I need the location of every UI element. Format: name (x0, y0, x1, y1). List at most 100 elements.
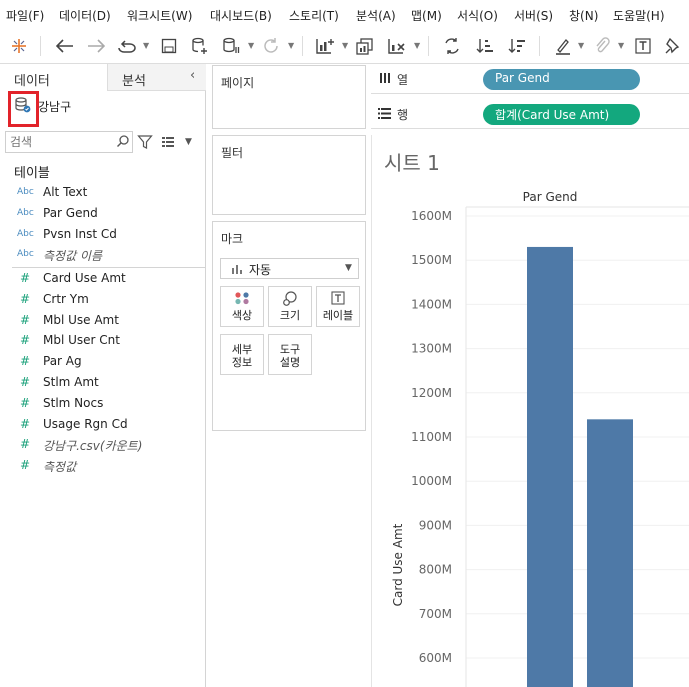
field-item[interactable]: # Par Ag (0, 352, 206, 373)
field-item[interactable]: # 강남구.csv(카운트) (0, 435, 206, 456)
tab-data[interactable]: 데이터 (0, 64, 107, 91)
refresh-icon[interactable] (260, 35, 282, 57)
new-datasource-icon[interactable] (189, 35, 211, 57)
y-tick-label: 1400M (411, 297, 452, 311)
field-name: Usage Rgn Cd (43, 416, 128, 431)
menu-item[interactable]: 데이터(D) (59, 7, 111, 24)
back-icon[interactable] (54, 35, 76, 57)
datasource-name[interactable]: 강남구 (38, 98, 71, 115)
number-type-icon: # (20, 375, 31, 389)
menu-bar: 파일(F) 데이터(D) 워크시트(W) 대시보드(B) 스토리(T) 분석(A) 맵(M)… (0, 0, 689, 28)
menu-item[interactable]: 분석(A) (356, 7, 396, 24)
label-button[interactable]: 레이블 (316, 286, 360, 327)
chevron-down-icon[interactable]: ▼ (414, 41, 420, 50)
field-item[interactable]: # Stlm Amt (0, 373, 206, 394)
field-item[interactable]: # Usage Rgn Cd (0, 415, 206, 436)
search-box[interactable] (5, 131, 133, 153)
chevron-down-icon[interactable]: ▼ (288, 41, 294, 50)
menu-item[interactable]: 대시보드(B) (210, 7, 272, 24)
rows-shelf[interactable]: 행 합계(Card Use Amt) (371, 100, 689, 129)
search-icon[interactable] (116, 134, 130, 151)
menu-item[interactable]: 워크시트(W) (127, 7, 192, 24)
chevron-down-icon[interactable]: ▼ (143, 41, 149, 50)
field-name: Stlm Nocs (43, 395, 104, 410)
tab-analysis[interactable]: 분석 ‹ (107, 64, 206, 91)
show-labels-icon[interactable] (632, 35, 654, 57)
chevron-down-icon[interactable]: ▼ (185, 137, 192, 147)
mark-type-dropdown[interactable]: 자동 ▼ (220, 258, 359, 279)
search-input[interactable] (10, 134, 110, 150)
string-type-icon: Abc (17, 207, 34, 218)
toolbar-divider (539, 36, 540, 56)
chevron-down-icon[interactable]: ▼ (578, 41, 584, 50)
columns-label: 열 (397, 73, 409, 87)
menu-item[interactable]: 서버(S) (514, 7, 553, 24)
menu-item[interactable]: 파일(F) (6, 7, 44, 24)
forward-icon[interactable] (85, 35, 107, 57)
field-item[interactable]: Abc 측정값 이름 (0, 245, 206, 266)
field-name: Mbl User Cnt (43, 333, 120, 348)
view-list-icon[interactable] (162, 136, 178, 151)
columns-pill[interactable]: Par Gend (483, 69, 640, 90)
field-item[interactable]: Abc Pvsn Inst Cd (0, 225, 206, 246)
bar-chart-icon (231, 263, 243, 277)
tooltip-button[interactable]: 도구 설명 (268, 334, 312, 375)
tab-analysis-label: 분석 (122, 74, 146, 89)
pause-auto-update-icon[interactable] (220, 35, 242, 57)
columns-shelf[interactable]: 열 Par Gend (371, 65, 689, 94)
menu-item[interactable]: 도움말(H) (613, 7, 665, 24)
field-item[interactable]: Abc Alt Text (0, 183, 206, 204)
chevron-down-icon[interactable]: ▼ (618, 41, 624, 50)
toolbar-divider (428, 36, 429, 56)
clear-sheet-icon[interactable] (386, 35, 408, 57)
filter-icon[interactable] (137, 134, 153, 153)
field-name: 측정값 (43, 460, 77, 475)
detail-button[interactable]: 세부 정보 (220, 334, 264, 375)
field-item[interactable]: # 측정값 (0, 456, 206, 477)
tableau-logo-icon[interactable] (8, 35, 30, 57)
field-item[interactable]: Abc Par Gend (0, 204, 206, 225)
field-name: Stlm Amt (43, 375, 99, 389)
field-name: 측정값 이름 (43, 249, 103, 264)
tooltip-label: 도구 설명 (279, 343, 301, 369)
toolbar-divider (40, 36, 41, 56)
y-tick-label: 600M (419, 651, 452, 665)
sort-descending-icon[interactable] (506, 35, 528, 57)
data-pane: 데이터 분석 ‹ 강남구 ▼ 테이블 Abc Alt Text Abc Par Gen… (0, 64, 206, 687)
chevron-down-icon[interactable]: ▼ (342, 41, 348, 50)
string-type-icon: Abc (17, 249, 34, 260)
rows-pill[interactable]: 합계(Card Use Amt) (483, 104, 640, 125)
swap-rows-columns-icon[interactable] (441, 35, 463, 57)
menu-item[interactable]: 스토리(T) (289, 7, 339, 24)
bar[interactable] (587, 419, 633, 687)
menu-item[interactable]: 창(N) (569, 7, 598, 24)
bar[interactable] (527, 246, 573, 687)
menu-item[interactable]: 서식(O) (457, 7, 498, 24)
field-item[interactable]: # Card Use Amt (0, 269, 206, 290)
field-name: Pvsn Inst Cd (43, 226, 117, 241)
sort-ascending-icon[interactable] (474, 35, 496, 57)
size-button[interactable]: 크기 (268, 286, 312, 327)
new-worksheet-icon[interactable] (314, 35, 336, 57)
paperclip-icon[interactable] (591, 35, 613, 57)
y-tick-label: 1100M (411, 430, 452, 444)
color-button[interactable]: 색상 (220, 286, 264, 327)
field-item[interactable]: # Stlm Nocs (0, 394, 206, 415)
chevron-down-icon[interactable]: ▼ (248, 41, 254, 50)
field-item[interactable]: # Mbl Use Amt (0, 311, 206, 332)
number-type-icon: # (20, 333, 31, 348)
menu-item[interactable]: 맵(M) (411, 7, 442, 24)
pin-icon[interactable] (662, 35, 684, 57)
redo-data-icon[interactable] (116, 35, 138, 57)
save-icon[interactable] (158, 35, 180, 57)
pages-card[interactable]: 페이지 (212, 65, 366, 129)
field-item[interactable]: # Crtr Ym (0, 290, 206, 311)
highlight-icon[interactable] (552, 35, 574, 57)
collapse-pane-icon[interactable]: ‹ (190, 68, 195, 83)
y-tick-label: 1600M (411, 209, 452, 223)
duplicate-sheet-icon[interactable] (354, 35, 376, 57)
string-type-icon: Abc (17, 187, 34, 197)
color-icon (221, 291, 263, 307)
filters-card[interactable]: 필터 (212, 135, 366, 215)
field-item[interactable]: # Mbl User Cnt (0, 331, 206, 352)
